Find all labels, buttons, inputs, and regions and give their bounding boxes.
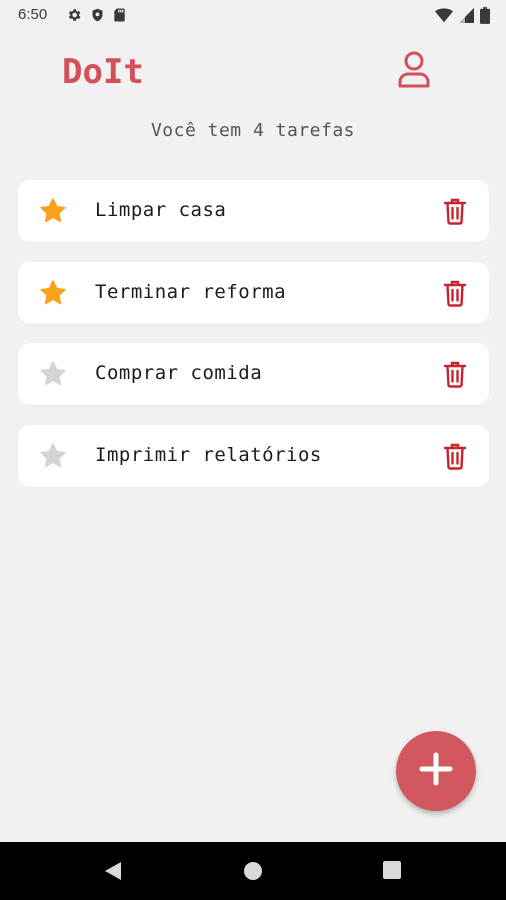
battery-icon xyxy=(480,7,490,24)
sd-card-icon xyxy=(113,7,126,23)
home-icon[interactable] xyxy=(243,861,263,885)
trash-icon[interactable] xyxy=(443,197,467,225)
back-icon[interactable] xyxy=(104,861,122,885)
navigation-bar xyxy=(0,842,506,900)
star-icon[interactable] xyxy=(39,442,67,469)
task-card[interactable]: Imprimir relatórios xyxy=(18,424,489,487)
add-task-button[interactable] xyxy=(396,731,476,811)
task-label: Imprimir relatórios xyxy=(95,443,322,466)
app-title: DoIt xyxy=(62,52,144,92)
status-bar: 6:50 xyxy=(0,0,506,32)
star-icon[interactable] xyxy=(39,279,67,306)
trash-icon[interactable] xyxy=(443,442,467,470)
recents-icon[interactable] xyxy=(383,861,401,883)
task-card[interactable]: Comprar comida xyxy=(18,343,489,405)
star-icon[interactable] xyxy=(39,361,67,387)
task-card[interactable]: Limpar casa xyxy=(18,180,489,242)
task-label: Terminar reforma xyxy=(95,280,287,303)
user-icon xyxy=(397,50,431,92)
trash-icon[interactable] xyxy=(443,279,467,307)
status-right-icons xyxy=(435,7,490,24)
status-left-icons xyxy=(66,7,126,23)
task-list: Limpar casa Terminar reforma Comprar com… xyxy=(18,180,489,506)
status-time: 6:50 xyxy=(18,6,48,23)
shield-icon xyxy=(90,7,105,23)
profile-button[interactable] xyxy=(396,50,432,92)
task-count-subtitle: Você tem 4 tarefas xyxy=(150,120,356,141)
plus-icon xyxy=(419,752,453,790)
task-label: Comprar comida xyxy=(95,362,263,384)
star-icon[interactable] xyxy=(39,198,67,224)
settings-icon xyxy=(66,7,82,23)
task-label: Limpar casa xyxy=(95,199,227,221)
wifi-icon xyxy=(435,8,453,23)
task-card[interactable]: Terminar reforma xyxy=(18,261,489,324)
trash-icon[interactable] xyxy=(443,360,467,388)
signal-icon xyxy=(459,8,474,23)
